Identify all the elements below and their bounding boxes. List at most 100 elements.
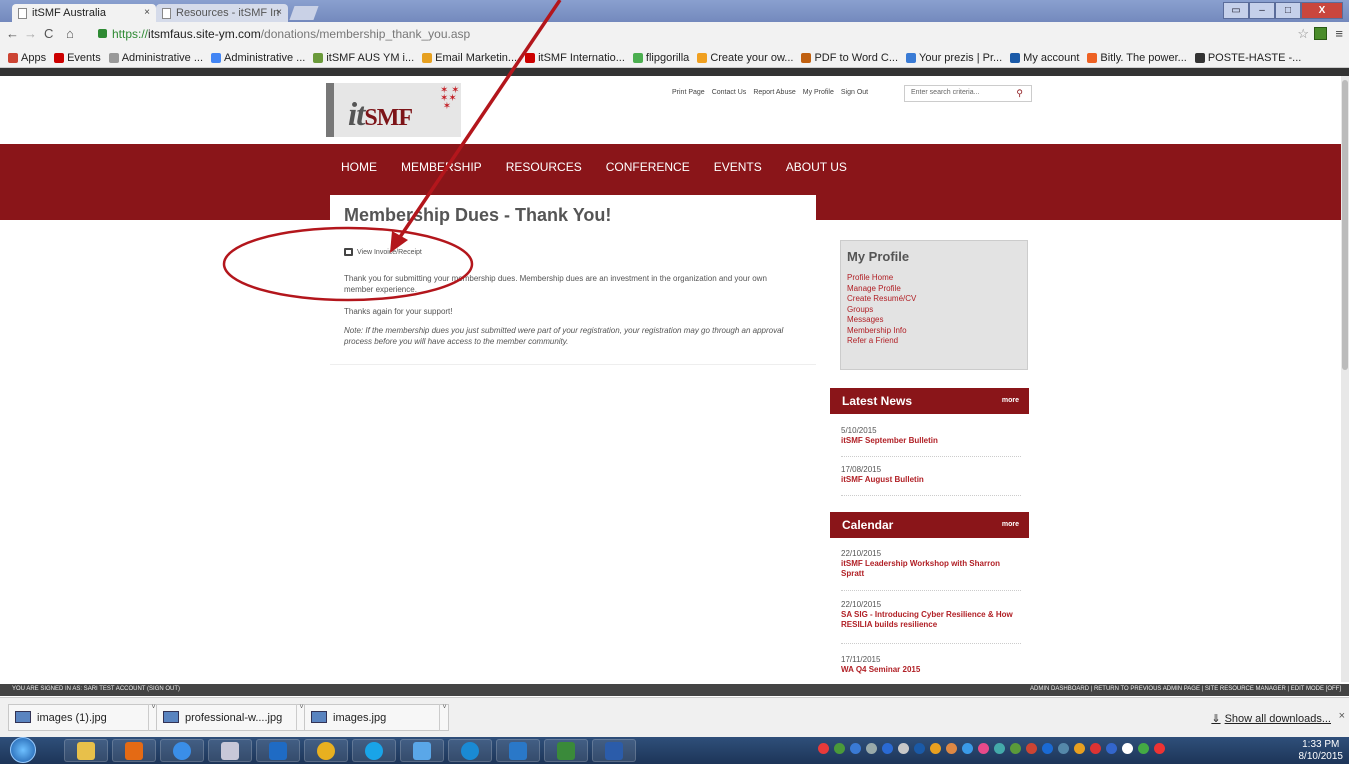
bookmark-item[interactable]: Bitly. The power... [1087,52,1187,64]
restore-icon[interactable]: ▭ [1223,2,1249,19]
profile-link[interactable]: Membership Info [847,326,916,337]
profile-link[interactable]: Messages [847,315,916,326]
back-icon[interactable]: ← [6,26,19,41]
profile-link[interactable]: Manage Profile [847,284,916,295]
sign-out-link[interactable]: Sign Out [841,89,868,96]
tray-icon[interactable] [834,743,845,754]
nav-membership[interactable]: MEMBERSHIP [401,160,482,174]
nav-about-us[interactable]: ABOUT US [786,160,847,174]
tray-icon[interactable] [1106,743,1117,754]
itsmf-logo[interactable]: itSMF ✶ ✶ ✶✶ ✶ [326,83,461,137]
bookmark-item[interactable]: Events [54,52,101,64]
taskbar-media-player[interactable] [112,739,156,762]
news-link[interactable]: itSMF August Bulletin [841,475,1021,485]
tray-icon[interactable] [1138,743,1149,754]
bookmark-item[interactable]: flipgorilla [632,52,689,64]
news-more-link[interactable]: more [1002,397,1019,404]
tray-icon[interactable] [1042,743,1053,754]
maximize-icon[interactable]: □ [1275,2,1301,19]
taskbar-ie[interactable] [160,739,204,762]
close-downloads-icon[interactable]: × [1339,710,1345,722]
view-invoice-link[interactable]: View Invoice/Receipt [344,248,422,256]
nav-events[interactable]: EVENTS [714,160,762,174]
address-bar[interactable]: https://itsmfaus.site-ym.com/donations/m… [96,25,1296,44]
tray-icon[interactable] [1074,743,1085,754]
tray-icon[interactable] [1010,743,1021,754]
close-window-icon[interactable]: X [1301,2,1343,19]
news-link[interactable]: itSMF September Bulletin [841,436,1021,446]
tray-icon[interactable] [1026,743,1037,754]
taskbar-snipping[interactable] [208,739,252,762]
download-menu-icon[interactable]: ˅ [439,704,449,731]
taskbar-outlook[interactable] [256,739,300,762]
profile-link[interactable]: Refer a Friend [847,336,916,347]
bookmark-item[interactable]: itSMF AUS YM i... [313,52,414,64]
show-all-downloads-link[interactable]: ⇓ Show all downloads... [1211,712,1331,725]
home-icon[interactable]: ⌂ [66,26,74,41]
bookmark-item[interactable]: Email Marketin... [422,52,517,64]
nav-resources[interactable]: RESOURCES [506,160,582,174]
download-item[interactable]: professional-w....jpg ˅ [156,704,306,731]
tray-icon[interactable] [914,743,925,754]
calendar-more-link[interactable]: more [1002,521,1019,528]
bookmark-star-icon[interactable]: ☆ [1297,26,1309,42]
close-tab-icon[interactable]: × [144,7,150,18]
profile-link[interactable]: Create Resumé/CV [847,294,916,305]
bookmark-item[interactable]: itSMF Internatio... [525,52,625,64]
taskbar-chrome[interactable] [304,739,348,762]
event-link[interactable]: itSMF Leadership Workshop with Sharron S… [841,559,1021,579]
tray-icon[interactable] [962,743,973,754]
download-item[interactable]: images.jpg ˅ [304,704,449,731]
profile-link[interactable]: Profile Home [847,273,916,284]
signed-in-text[interactable]: YOU ARE SIGNED IN AS: SARI TEST ACCOUNT … [12,686,180,692]
bookmark-item[interactable]: Create your ow... [697,52,793,64]
page-scrollbar[interactable] [1341,76,1349,682]
tray-icon[interactable] [1122,743,1133,754]
tray-icon[interactable] [946,743,957,754]
scrollbar-thumb[interactable] [1342,80,1348,370]
taskbar-explorer[interactable] [64,739,108,762]
nav-home[interactable]: HOME [341,160,377,174]
nav-conference[interactable]: CONFERENCE [606,160,690,174]
taskbar-skype[interactable] [352,739,396,762]
taskbar-word[interactable] [592,739,636,762]
taskbar-skype-business[interactable] [448,739,492,762]
tray-icon[interactable] [978,743,989,754]
bookmark-item[interactable]: PDF to Word C... [801,52,898,64]
tray-icon[interactable] [994,743,1005,754]
tray-icon[interactable] [1154,743,1165,754]
taskbar-onedrive[interactable] [400,739,444,762]
download-item[interactable]: images (1).jpg ˅ [8,704,158,731]
start-button[interactable] [10,737,36,763]
bookmark-item[interactable]: Administrative ... [211,52,305,64]
taskbar-project[interactable] [544,739,588,762]
tray-icon[interactable] [1090,743,1101,754]
tab-itsmf-australia[interactable]: itSMF Australia × [12,4,156,22]
forward-icon[interactable]: → [24,26,37,41]
event-link[interactable]: SA SIG - Introducing Cyber Resilience & … [841,610,1021,630]
tray-icon[interactable] [882,743,893,754]
tray-icon[interactable] [866,743,877,754]
admin-links[interactable]: ADMIN DASHBOARD | RETURN TO PREVIOUS ADM… [1030,686,1341,692]
tray-icon[interactable] [930,743,941,754]
close-tab-icon[interactable]: × [276,7,282,18]
bookmark-item[interactable]: Administrative ... [108,52,203,64]
new-tab-button[interactable] [289,6,319,20]
minimize-icon[interactable]: – [1249,2,1275,19]
tray-icon[interactable] [1058,743,1069,754]
bookmark-item[interactable]: Apps [8,52,46,64]
bookmark-item[interactable]: Your prezis | Pr... [906,52,1002,64]
extension-icon[interactable] [1314,27,1327,40]
event-link[interactable]: WA Q4 Seminar 2015 [841,665,1021,675]
contact-us-link[interactable]: Contact Us [712,89,747,96]
tray-icon[interactable] [818,743,829,754]
profile-link[interactable]: Groups [847,305,916,316]
reload-icon[interactable]: C [44,26,53,41]
tray-icon[interactable] [850,743,861,754]
tray-icon[interactable] [898,743,909,754]
report-abuse-link[interactable]: Report Abuse [753,89,795,96]
tab-resources[interactable]: Resources - itSMF In × [156,4,288,22]
taskbar-box[interactable] [496,739,540,762]
my-profile-link[interactable]: My Profile [803,89,834,96]
chrome-menu-icon[interactable]: ≡ [1335,26,1343,41]
